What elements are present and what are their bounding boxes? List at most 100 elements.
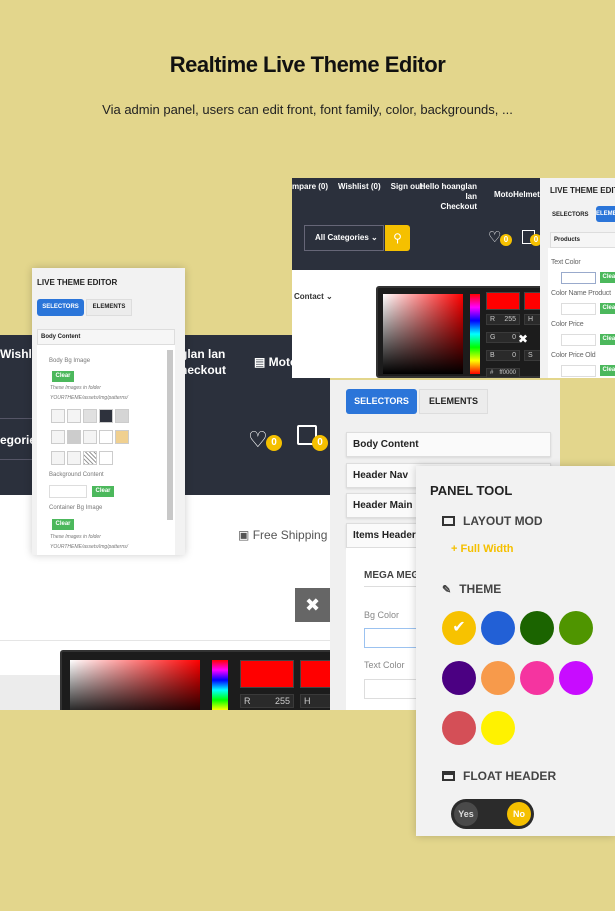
clear-button[interactable]: Clear	[600, 303, 615, 314]
note: These Images in folder	[50, 385, 101, 391]
b-field[interactable]: B0	[486, 350, 520, 361]
pattern-swatch[interactable]	[83, 451, 97, 465]
hex-value: ff0000	[499, 370, 516, 376]
search-button[interactable]: ⚲	[385, 225, 410, 251]
tab-selectors[interactable]: SELECTORS	[550, 208, 591, 222]
free-shipping: ▣ Free Shipping	[238, 528, 327, 542]
r-field[interactable]: R 255	[240, 694, 294, 708]
theme-color-swatch[interactable]	[481, 711, 515, 745]
full-width-option[interactable]: + Full Width	[451, 543, 514, 555]
toggle-yes[interactable]: Yes	[454, 802, 478, 826]
clear-button[interactable]: Clear	[600, 365, 615, 376]
theme-color-swatch[interactable]	[520, 611, 554, 645]
clear-button[interactable]: Clear	[600, 272, 615, 283]
left-live-theme-editor: LIVE THEME EDITOR SELECTORS ELEMENTS Bod…	[32, 268, 185, 555]
float-header-toggle[interactable]: Yes No	[451, 799, 534, 829]
theme-color-swatch[interactable]	[481, 611, 515, 645]
r-field[interactable]: R 255	[486, 314, 520, 325]
nav-user[interactable]: Hello hoanglan lan Checkout	[417, 182, 477, 212]
categories-dropdown[interactable]: All Categories ⌄	[304, 225, 384, 251]
theme-color-swatch[interactable]	[559, 661, 593, 695]
float-header-heading: FLOAT HEADER	[442, 769, 556, 783]
nav-contact[interactable]: Contact ⌄	[294, 292, 333, 301]
float-header-label: FLOAT HEADER	[463, 769, 557, 783]
saturation-field[interactable]	[70, 660, 200, 710]
panel-tool: PANEL TOOL LAYOUT MOD + Full Width ✎ THE…	[416, 466, 615, 836]
hue-slider[interactable]	[470, 294, 480, 374]
tab-selectors[interactable]: SELECTORS	[346, 389, 417, 414]
h-field[interactable]: H	[300, 694, 330, 708]
pattern-swatch[interactable]	[67, 430, 81, 444]
section-products[interactable]: Products	[550, 232, 615, 248]
pattern-swatch[interactable]	[99, 451, 113, 465]
pattern-swatch[interactable]	[51, 409, 65, 423]
g-field[interactable]: G0	[486, 332, 520, 343]
color-picker[interactable]: R 255 H	[60, 650, 330, 710]
pattern-swatch[interactable]	[115, 430, 129, 444]
tab-elements[interactable]: ELEMENTS	[86, 299, 132, 316]
pattern-swatch[interactable]	[99, 430, 113, 444]
store-label[interactable]: MotoHelmet	[494, 190, 540, 199]
h-label: H	[304, 696, 311, 706]
tab-elements[interactable]: ELEMENTS	[596, 206, 615, 222]
color-name-input[interactable]	[561, 303, 596, 315]
pattern-swatch[interactable]	[67, 409, 81, 423]
heart-icon[interactable]: ♡	[248, 427, 268, 453]
pattern-swatch[interactable]	[99, 409, 113, 423]
theme-color-swatch[interactable]: ✔	[442, 611, 476, 645]
field-label: Color Price	[551, 321, 584, 328]
section-body-content[interactable]: Body Content	[346, 432, 551, 457]
nav-checkout[interactable]: heckout	[180, 363, 226, 377]
text-color-input[interactable]	[561, 272, 596, 284]
user-name: Hello hoanglan lan	[419, 182, 477, 201]
theme-color-swatch[interactable]	[481, 661, 515, 695]
tab-elements[interactable]: ELEMENTS	[419, 389, 488, 414]
theme-color-swatch[interactable]	[442, 711, 476, 745]
color-price-old-input[interactable]	[561, 365, 596, 377]
text-color-label: Text Color	[364, 660, 405, 670]
section-body-content[interactable]: Body Content	[37, 329, 175, 345]
clear-button[interactable]: Clear	[92, 486, 114, 497]
background-content-input[interactable]	[49, 485, 87, 498]
pattern-swatch[interactable]	[83, 430, 97, 444]
clear-button[interactable]: Clear	[600, 334, 615, 345]
nav-user[interactable]: glan lan	[180, 347, 225, 361]
tab-selectors[interactable]: SELECTORS	[37, 299, 84, 316]
clear-button[interactable]: Clear	[52, 519, 74, 530]
theme-color-swatch[interactable]	[520, 661, 554, 695]
pattern-swatch[interactable]	[67, 451, 81, 465]
theme-color-swatch[interactable]	[442, 661, 476, 695]
b-label: B	[490, 352, 495, 359]
page-subtitle: Via admin panel, users can edit front, f…	[102, 102, 513, 117]
theme-color-swatch[interactable]	[559, 611, 593, 645]
close-button[interactable]: ✖	[295, 588, 330, 622]
pattern-swatch[interactable]	[51, 451, 65, 465]
color-picker[interactable]: R 255 G0 B0 # ff0000 H S ✖	[376, 286, 554, 378]
pattern-swatch[interactable]	[83, 409, 97, 423]
pattern-swatch[interactable]	[51, 430, 65, 444]
hex-field[interactable]: # ff0000	[486, 368, 520, 378]
nav-wishlist[interactable]: Wishlist (0)	[338, 182, 381, 191]
categories-dropdown[interactable]: egorie	[0, 418, 36, 460]
g-value: 0	[512, 334, 516, 341]
color-price-input[interactable]	[561, 334, 596, 346]
cart-count: 0	[312, 435, 328, 451]
nav-compare[interactable]: mpare (0)	[292, 182, 328, 191]
shipping-label: Free Shipping	[252, 528, 328, 542]
current-color-swatch	[300, 660, 330, 688]
hue-slider[interactable]	[212, 660, 228, 710]
page-title: Realtime Live Theme Editor	[169, 52, 446, 77]
contact-label: Contact	[294, 292, 324, 301]
pattern-swatch[interactable]	[115, 409, 129, 423]
close-icon[interactable]: ✖	[518, 332, 528, 346]
r-value: 255	[504, 316, 516, 323]
scrollbar[interactable]	[167, 350, 173, 520]
toggle-no[interactable]: No	[507, 802, 531, 826]
r-label: R	[244, 696, 251, 706]
card-icon	[442, 771, 455, 781]
clear-button[interactable]: Clear	[52, 371, 74, 382]
hash-label: #	[490, 370, 494, 376]
saturation-field[interactable]	[383, 294, 463, 374]
check-icon: ✔	[452, 619, 466, 636]
nav-store[interactable]: ▤ Moto	[254, 355, 297, 369]
